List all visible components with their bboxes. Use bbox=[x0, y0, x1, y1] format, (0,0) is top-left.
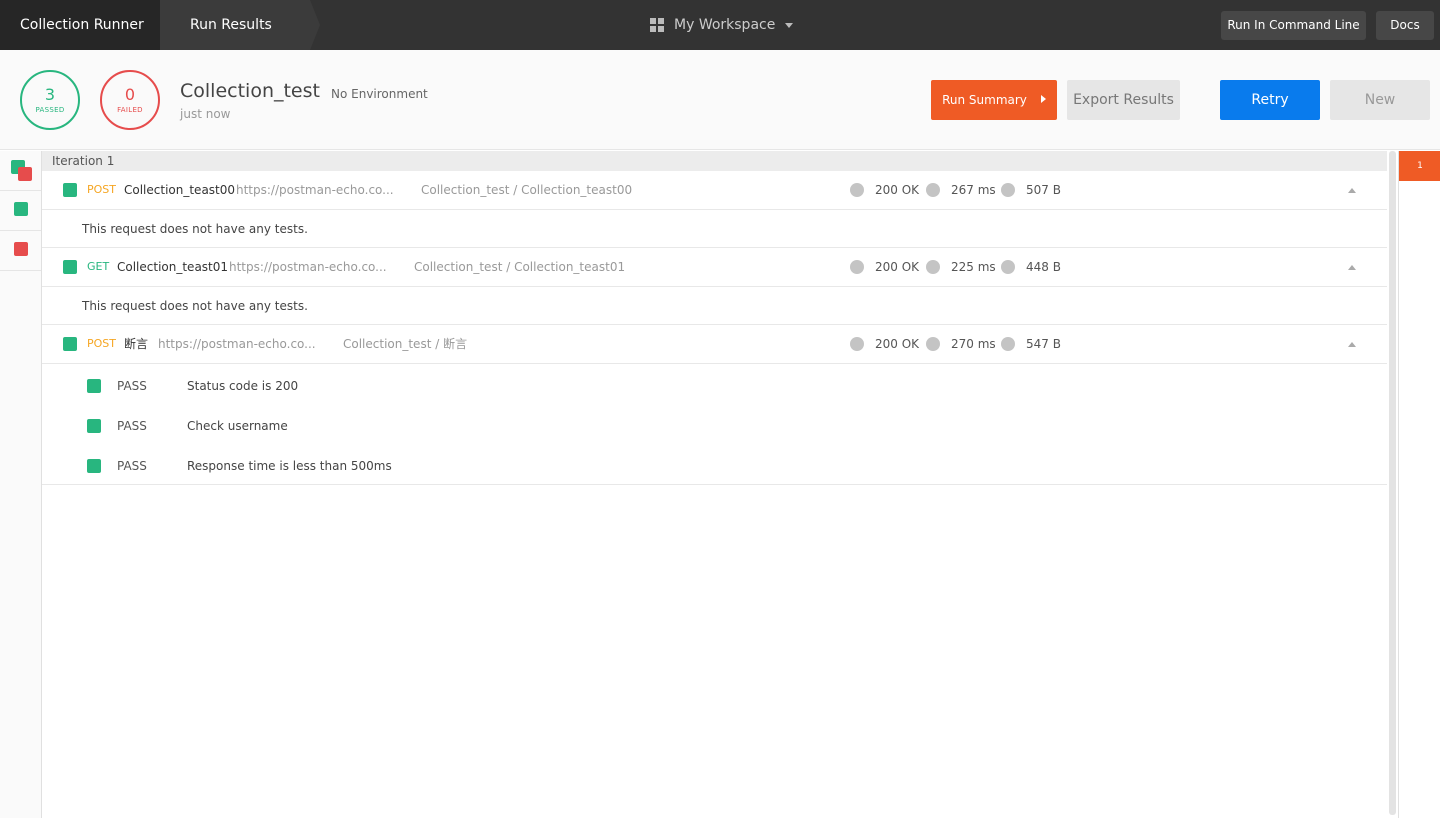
request-row[interactable]: POST Collection_teast00 https://postman-… bbox=[42, 171, 1387, 210]
collapse-caret-icon[interactable] bbox=[1348, 188, 1356, 193]
status-dot-icon bbox=[850, 337, 864, 351]
test-result-row: PASS Check username bbox=[42, 406, 1387, 446]
collection-title: Collection_test bbox=[180, 80, 320, 102]
collapse-caret-icon[interactable] bbox=[1348, 342, 1356, 347]
request-name: Collection_teast00 bbox=[124, 183, 236, 197]
filter-passed[interactable] bbox=[0, 191, 41, 231]
results-scrollbar[interactable] bbox=[1389, 151, 1396, 815]
iteration-minimap: 1 bbox=[1398, 151, 1440, 818]
pass-status-icon bbox=[87, 379, 101, 393]
failed-count: 0 bbox=[124, 85, 136, 104]
request-name: 断言 bbox=[124, 337, 149, 351]
time-dot-icon bbox=[926, 183, 940, 197]
pass-status-icon bbox=[63, 337, 77, 351]
status-dot-icon bbox=[850, 260, 864, 274]
test-result: PASS bbox=[117, 419, 147, 433]
run-summary-header: 3 PASSED 0 FAILED Collection_test No Env… bbox=[0, 50, 1440, 150]
environment-label: No Environment bbox=[331, 87, 428, 101]
iteration-header: Iteration 1 bbox=[42, 151, 1387, 171]
top-bar: Collection Runner Run Results My Workspa… bbox=[0, 0, 1440, 50]
size-dot-icon bbox=[1001, 337, 1015, 351]
test-name: Status code is 200 bbox=[187, 379, 299, 393]
test-result-row: PASS Response time is less than 500ms bbox=[42, 446, 1387, 486]
pass-status-icon bbox=[63, 260, 77, 274]
request-method: POST bbox=[87, 337, 116, 350]
chevron-down-icon bbox=[785, 22, 794, 28]
status-dot-icon bbox=[850, 183, 864, 197]
passed-count-badge: 3 PASSED bbox=[20, 70, 80, 130]
response-status: 200 OK bbox=[875, 183, 920, 197]
breadcrumb-collection-runner[interactable]: Collection Runner bbox=[0, 0, 174, 50]
failed-count-badge: 0 FAILED bbox=[100, 70, 160, 130]
results-list: Iteration 1 POST Collection_teast00 http… bbox=[42, 151, 1387, 818]
minimap-iteration-1[interactable]: 1 bbox=[1399, 151, 1440, 181]
no-tests-message: This request does not have any tests. bbox=[42, 210, 1387, 248]
response-time: 270 ms bbox=[951, 337, 996, 351]
test-name: Response time is less than 500ms bbox=[187, 459, 392, 473]
pass-status-icon bbox=[87, 419, 101, 433]
run-summary-button[interactable]: Run Summary bbox=[931, 80, 1057, 120]
test-result: PASS bbox=[117, 379, 147, 393]
pass-status-icon bbox=[63, 183, 77, 197]
request-path: Collection_test / Collection_teast00 bbox=[421, 183, 633, 197]
docs-button[interactable]: Docs bbox=[1376, 11, 1434, 40]
response-time: 267 ms bbox=[951, 183, 996, 197]
workspace-label: My Workspace bbox=[674, 17, 776, 33]
caret-right-icon bbox=[1040, 95, 1046, 103]
request-url: https://postman-echo.co... bbox=[229, 260, 387, 274]
response-size: 547 B bbox=[1026, 337, 1061, 351]
failed-label: FAILED bbox=[117, 106, 143, 114]
test-result-row: PASS Status code is 200 bbox=[42, 366, 1387, 406]
response-size: 507 B bbox=[1026, 183, 1061, 197]
filter-failed[interactable] bbox=[0, 231, 41, 271]
workspace-grid-icon bbox=[650, 18, 664, 32]
time-dot-icon bbox=[926, 337, 940, 351]
size-dot-icon bbox=[1001, 183, 1015, 197]
request-url: https://postman-echo.co... bbox=[236, 183, 394, 197]
workspace-dropdown[interactable]: My Workspace bbox=[650, 0, 794, 50]
request-name: Collection_teast01 bbox=[117, 260, 229, 274]
request-url: https://postman-echo.co... bbox=[158, 337, 316, 351]
test-results: PASS Status code is 200 PASS Check usern… bbox=[42, 364, 1387, 485]
time-dot-icon bbox=[926, 260, 940, 274]
request-path: Collection_test / Collection_teast01 bbox=[414, 260, 626, 274]
retry-button[interactable]: Retry bbox=[1220, 80, 1320, 120]
result-filter-rail bbox=[0, 151, 42, 818]
request-method: GET bbox=[87, 260, 110, 273]
response-status: 200 OK bbox=[875, 337, 920, 351]
breadcrumb-run-results[interactable]: Run Results bbox=[160, 0, 320, 50]
export-results-button[interactable]: Export Results bbox=[1067, 80, 1180, 120]
filter-all[interactable] bbox=[0, 151, 41, 191]
request-row[interactable]: GET Collection_teast01 https://postman-e… bbox=[42, 248, 1387, 287]
request-row[interactable]: POST 断言 https://postman-echo.co... Colle… bbox=[42, 325, 1387, 364]
new-button[interactable]: New bbox=[1330, 80, 1430, 120]
test-result: PASS bbox=[117, 459, 147, 473]
pass-status-icon bbox=[14, 202, 28, 216]
fail-status-icon bbox=[18, 167, 32, 181]
response-status: 200 OK bbox=[875, 260, 920, 274]
run-in-command-line-button[interactable]: Run In Command Line bbox=[1221, 11, 1366, 40]
fail-status-icon bbox=[14, 242, 28, 256]
request-path: Collection_test / 断言 bbox=[343, 337, 468, 351]
run-summary-label: Run Summary bbox=[942, 93, 1027, 107]
response-size: 448 B bbox=[1026, 260, 1061, 274]
test-name: Check username bbox=[187, 419, 288, 433]
size-dot-icon bbox=[1001, 260, 1015, 274]
passed-label: PASSED bbox=[35, 106, 65, 114]
collapse-caret-icon[interactable] bbox=[1348, 265, 1356, 270]
pass-status-icon bbox=[87, 459, 101, 473]
run-timestamp: just now bbox=[180, 107, 231, 121]
no-tests-message: This request does not have any tests. bbox=[42, 287, 1387, 325]
request-method: POST bbox=[87, 183, 116, 196]
passed-count: 3 bbox=[44, 85, 56, 104]
response-time: 225 ms bbox=[951, 260, 996, 274]
